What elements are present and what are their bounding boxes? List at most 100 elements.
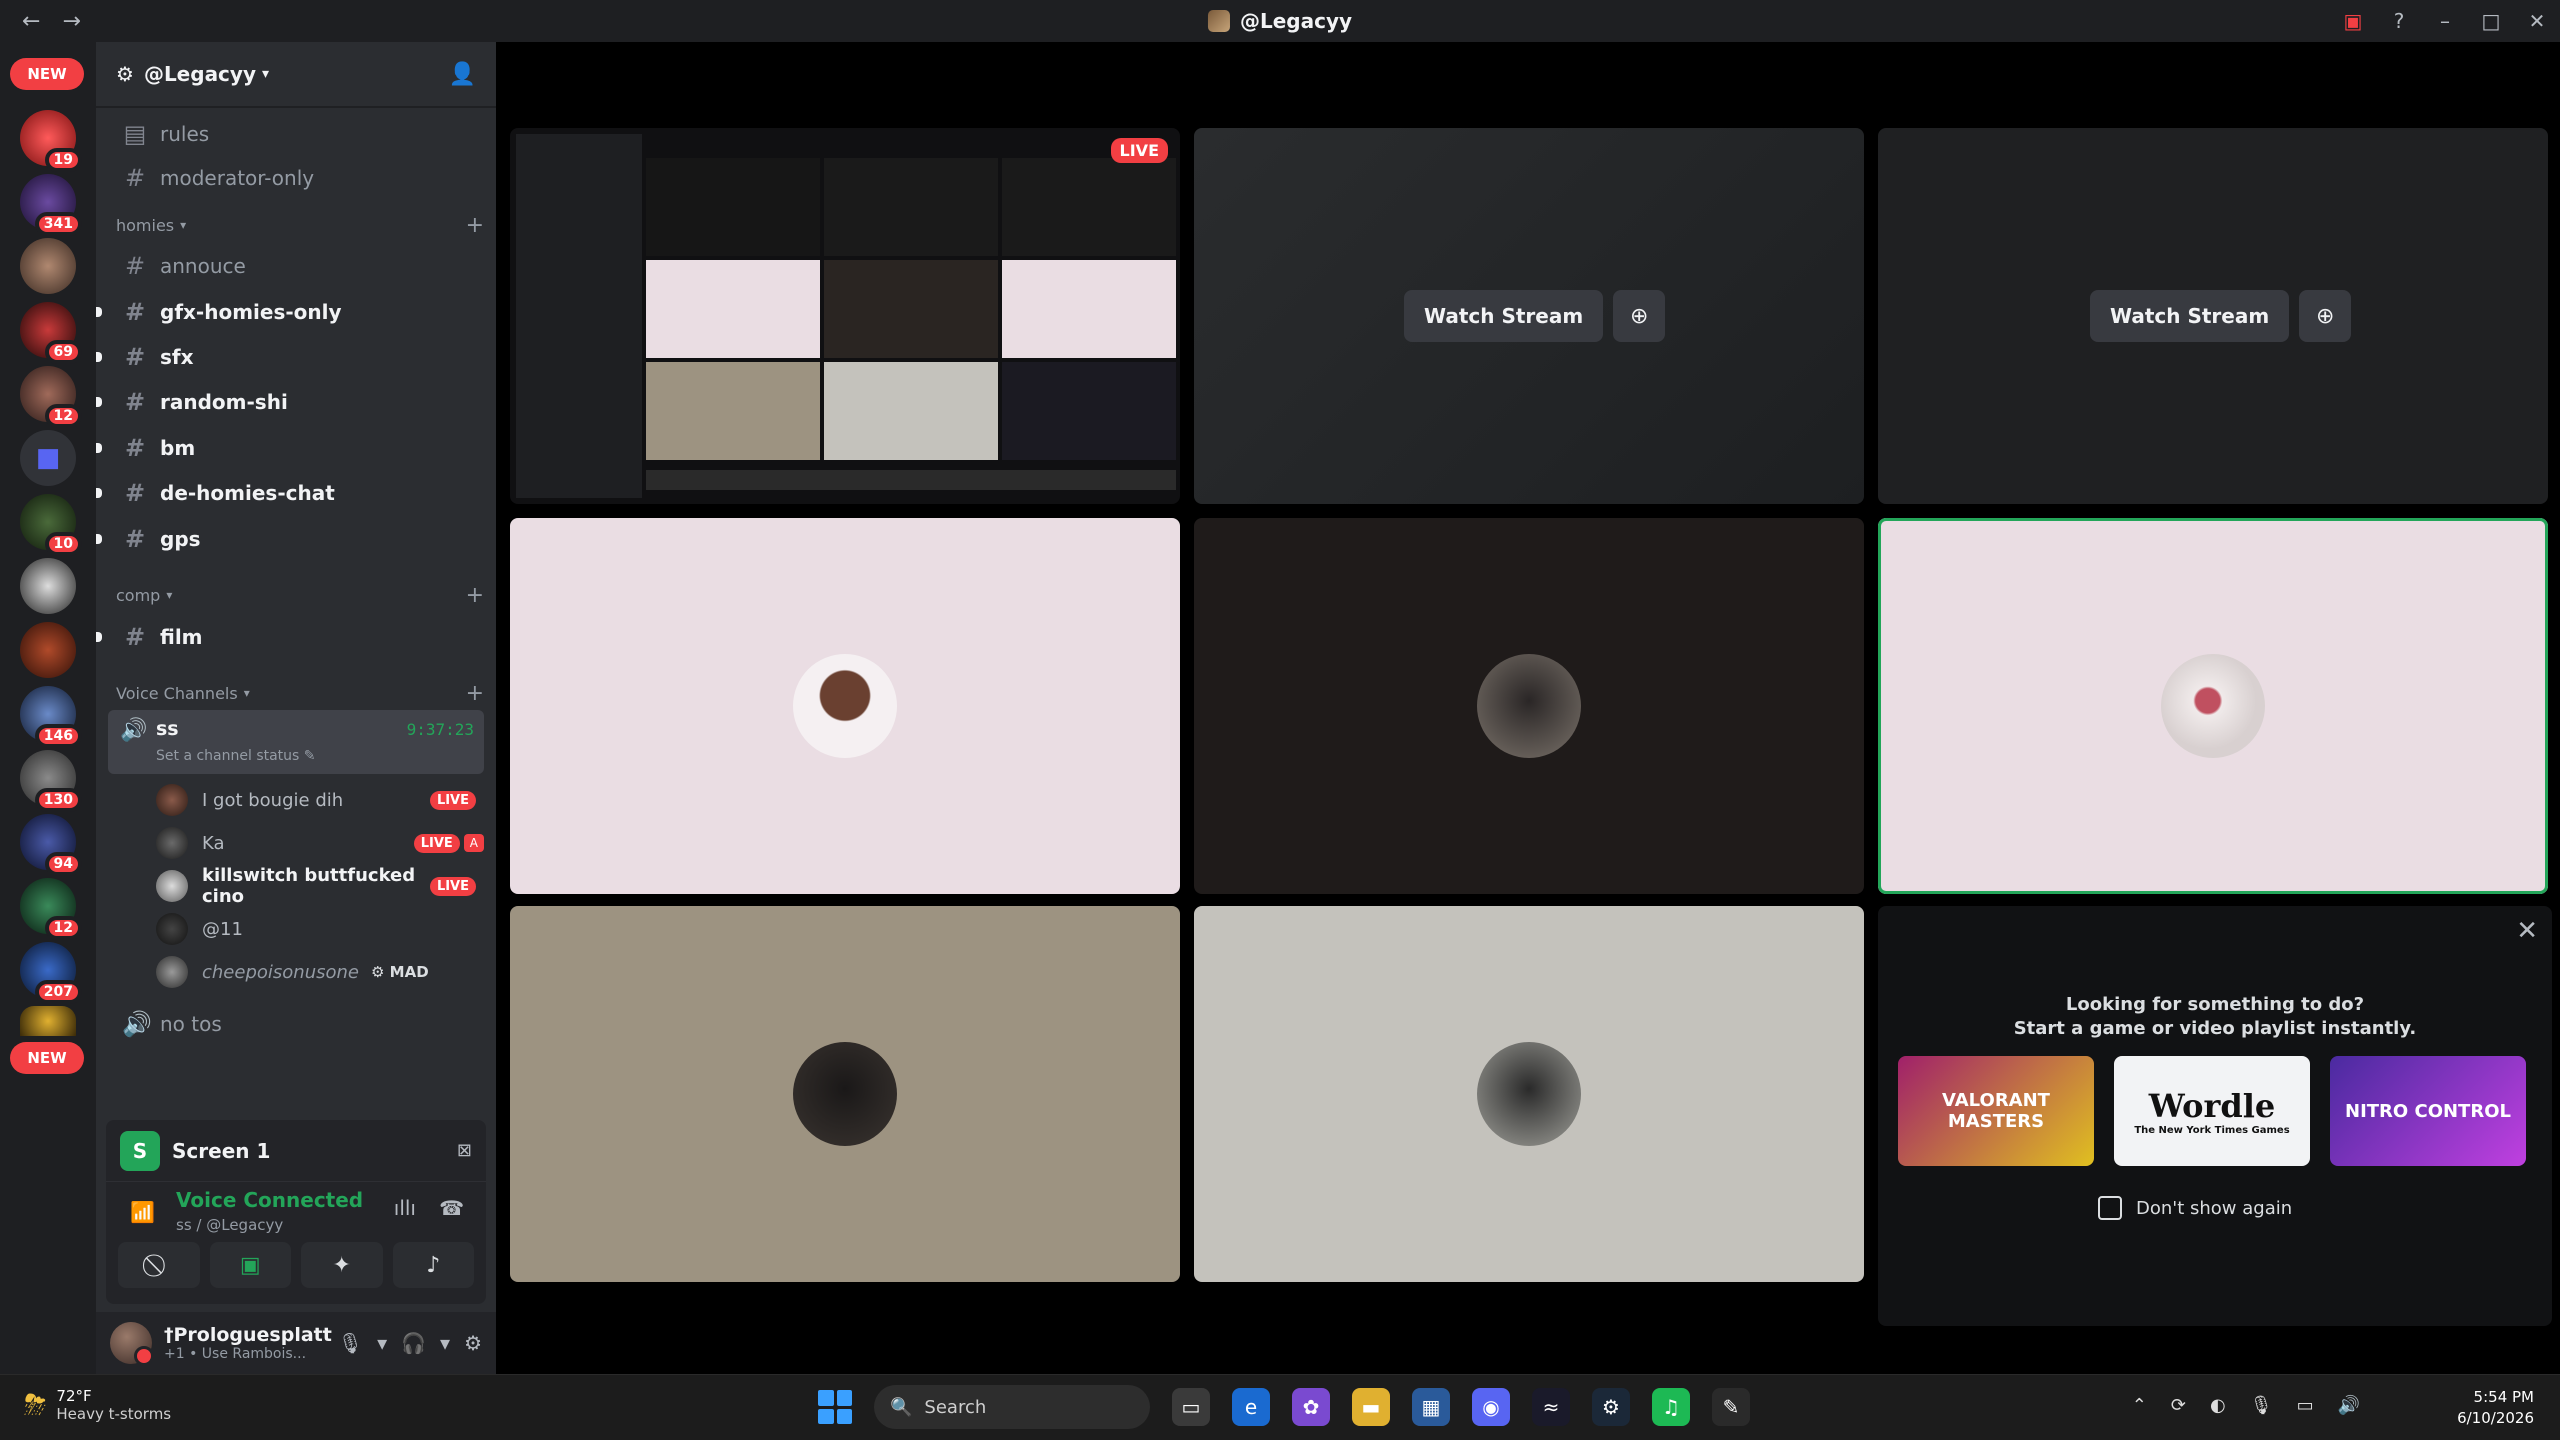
create-channel-icon[interactable]: + xyxy=(466,583,484,608)
minimize-icon[interactable]: – xyxy=(2422,9,2468,33)
server-avatar[interactable]: 207 xyxy=(20,942,82,1004)
server-avatar[interactable]: 12 xyxy=(20,366,82,428)
inbox-icon[interactable]: ▣ xyxy=(2330,9,2376,33)
server-avatar[interactable]: 146 xyxy=(20,686,82,748)
voice-user[interactable]: killswitch buttfucked cino LIVE xyxy=(156,865,484,907)
headphones-icon[interactable]: 🎧 xyxy=(401,1331,426,1355)
participant-tile[interactable] xyxy=(1194,518,1864,894)
disconnect-icon[interactable]: ☎ xyxy=(439,1196,464,1220)
watch-stream-button[interactable]: Watch Stream xyxy=(2090,290,2290,342)
forward-arrow-icon[interactable]: → xyxy=(62,9,80,34)
task-view-icon[interactable]: ▭ xyxy=(1172,1388,1210,1426)
screen-share-button[interactable]: ▣ xyxy=(209,1242,291,1288)
tray-app-icon[interactable]: ◐ xyxy=(2210,1395,2226,1416)
voice-channel-ss[interactable]: 🔊 ss Set a channel status ✎ 9:37:23 xyxy=(108,710,484,774)
server-avatar[interactable]: 94 xyxy=(20,814,82,876)
channel-random-shi[interactable]: # random-shi xyxy=(96,382,484,422)
participant-tile-speaking[interactable] xyxy=(1878,518,2548,894)
voice-user[interactable]: I got bougie dih LIVE xyxy=(156,780,484,820)
maximize-icon[interactable]: □ xyxy=(2468,9,2514,33)
channel-status-button[interactable]: Set a channel status ✎ xyxy=(156,748,316,764)
close-window-icon[interactable]: ✕ xyxy=(2514,9,2560,33)
edge-icon[interactable]: e xyxy=(1232,1388,1270,1426)
create-channel-icon[interactable]: + xyxy=(466,681,484,706)
spotify-icon[interactable]: ♫ xyxy=(1652,1388,1690,1426)
server-avatar[interactable]: 341 xyxy=(20,174,82,236)
stream-tile[interactable]: Watch Stream ⊕ xyxy=(1878,128,2548,504)
app-icon[interactable]: ✎ xyxy=(1712,1388,1750,1426)
app-icon[interactable]: ≈ xyxy=(1532,1388,1570,1426)
close-icon[interactable]: ⊠ xyxy=(457,1140,472,1161)
folder-icon[interactable]: ■ xyxy=(20,430,76,486)
server-header[interactable]: ⚙ @Legacyy ▾ 👤 xyxy=(96,42,496,108)
chevron-down-icon[interactable]: ▾ xyxy=(377,1331,387,1355)
user-name[interactable]: †Prologuesplatt xyxy=(164,1324,332,1346)
new-badge-bottom[interactable]: NEW xyxy=(10,1042,84,1074)
server-avatar[interactable]: 69 xyxy=(20,302,82,364)
create-channel-icon[interactable]: + xyxy=(466,213,484,238)
pop-out-icon[interactable]: ⊕ xyxy=(1613,290,1666,342)
server-avatar[interactable] xyxy=(20,622,76,678)
channel-de-homies-chat[interactable]: # de-homies-chat xyxy=(96,473,484,513)
new-badge-top[interactable]: NEW xyxy=(10,58,84,90)
server-avatar[interactable]: 130 xyxy=(20,750,82,812)
server-avatar[interactable] xyxy=(20,1006,76,1036)
sync-icon[interactable]: ⟳ xyxy=(2171,1395,2186,1416)
server-avatar[interactable]: 19 xyxy=(20,110,82,172)
channel-annouce[interactable]: # annouce xyxy=(108,246,484,286)
channel-rules[interactable]: ▤ rules xyxy=(108,114,484,154)
help-icon[interactable]: ? xyxy=(2376,9,2422,33)
server-avatar[interactable]: 12 xyxy=(20,878,82,940)
taskbar-search[interactable]: 🔍 Search xyxy=(874,1385,1150,1429)
weather-widget[interactable]: ⛈ 72°F Heavy t-storms xyxy=(24,1387,171,1423)
channel-sfx[interactable]: # sfx xyxy=(96,337,484,377)
voice-connected-label[interactable]: Voice Connected xyxy=(176,1188,363,1212)
pop-out-icon[interactable]: ⊕ xyxy=(2299,290,2352,342)
participant-tile[interactable] xyxy=(1194,906,1864,1282)
participant-tile[interactable] xyxy=(510,518,1180,894)
camera-off-button[interactable]: ⃠ xyxy=(118,1242,200,1288)
watch-stream-button[interactable]: Watch Stream xyxy=(1404,290,1604,342)
activity-card-wordle[interactable]: Wordle The New York Times Games xyxy=(2114,1056,2310,1166)
channel-film[interactable]: # film xyxy=(96,617,484,657)
checkbox-icon[interactable] xyxy=(2098,1196,2122,1220)
microphone-icon[interactable]: 🎙 xyxy=(2250,1395,2273,1416)
user-avatar[interactable] xyxy=(110,1322,154,1366)
copilot-icon[interactable]: ✿ xyxy=(1292,1388,1330,1426)
clock[interactable]: 5:54 PM 6/10/2026 xyxy=(2457,1387,2534,1429)
voice-channel-no-tos[interactable]: 🔊 no tos xyxy=(108,1004,484,1044)
noise-suppression-icon[interactable]: ıllı xyxy=(394,1196,416,1220)
file-explorer-icon[interactable]: ▬ xyxy=(1352,1388,1390,1426)
stream-tile-own[interactable]: LIVE xyxy=(510,128,1180,504)
server-avatar[interactable]: 10 xyxy=(20,494,82,556)
category-comp[interactable]: comp ▾ + xyxy=(116,582,484,608)
soundboard-button[interactable]: ♪ xyxy=(392,1242,474,1288)
stream-tile[interactable]: Watch Stream ⊕ xyxy=(1194,128,1864,504)
channel-gps[interactable]: # gps xyxy=(96,519,484,559)
voice-channel-path[interactable]: ss / @Legacyy xyxy=(176,1216,283,1234)
activity-card-nitro-control[interactable]: NITRO CONTROL xyxy=(2330,1056,2526,1166)
microphone-icon[interactable]: 🎙 xyxy=(338,1331,363,1355)
activity-card-valorant[interactable]: VALORANT MASTERS xyxy=(1898,1056,2094,1166)
voice-user[interactable]: Ka LIVE A xyxy=(156,823,484,863)
back-arrow-icon[interactable]: ← xyxy=(22,9,40,34)
server-avatar[interactable] xyxy=(20,238,76,294)
voice-user[interactable]: @11 xyxy=(156,909,484,949)
close-icon[interactable]: ✕ xyxy=(2516,916,2538,946)
windows-start-icon[interactable] xyxy=(818,1390,852,1424)
category-voice-channels[interactable]: Voice Channels ▾ + xyxy=(116,680,484,706)
dont-show-again-checkbox[interactable]: Don't show again xyxy=(2098,1196,2292,1220)
category-homies[interactable]: homies ▾ + xyxy=(116,212,484,238)
channel-gfx-homies-only[interactable]: # gfx-homies-only xyxy=(96,292,484,332)
volume-icon[interactable]: 🔊 xyxy=(2338,1395,2360,1416)
chevron-down-icon[interactable]: ▾ xyxy=(440,1331,450,1355)
chevron-up-icon[interactable]: ⌃ xyxy=(2132,1395,2147,1416)
network-icon[interactable]: ▭ xyxy=(2297,1395,2314,1416)
participant-tile[interactable] xyxy=(510,906,1180,1282)
store-icon[interactable]: ▦ xyxy=(1412,1388,1450,1426)
discord-icon[interactable]: ◉ xyxy=(1472,1388,1510,1426)
channel-bm[interactable]: # bm xyxy=(96,428,484,468)
activities-button[interactable]: ✦ xyxy=(301,1242,383,1288)
channel-moderator-only[interactable]: # moderator-only xyxy=(108,158,484,198)
voice-user[interactable]: cheepoisonusone ⚙ MAD xyxy=(156,952,484,992)
